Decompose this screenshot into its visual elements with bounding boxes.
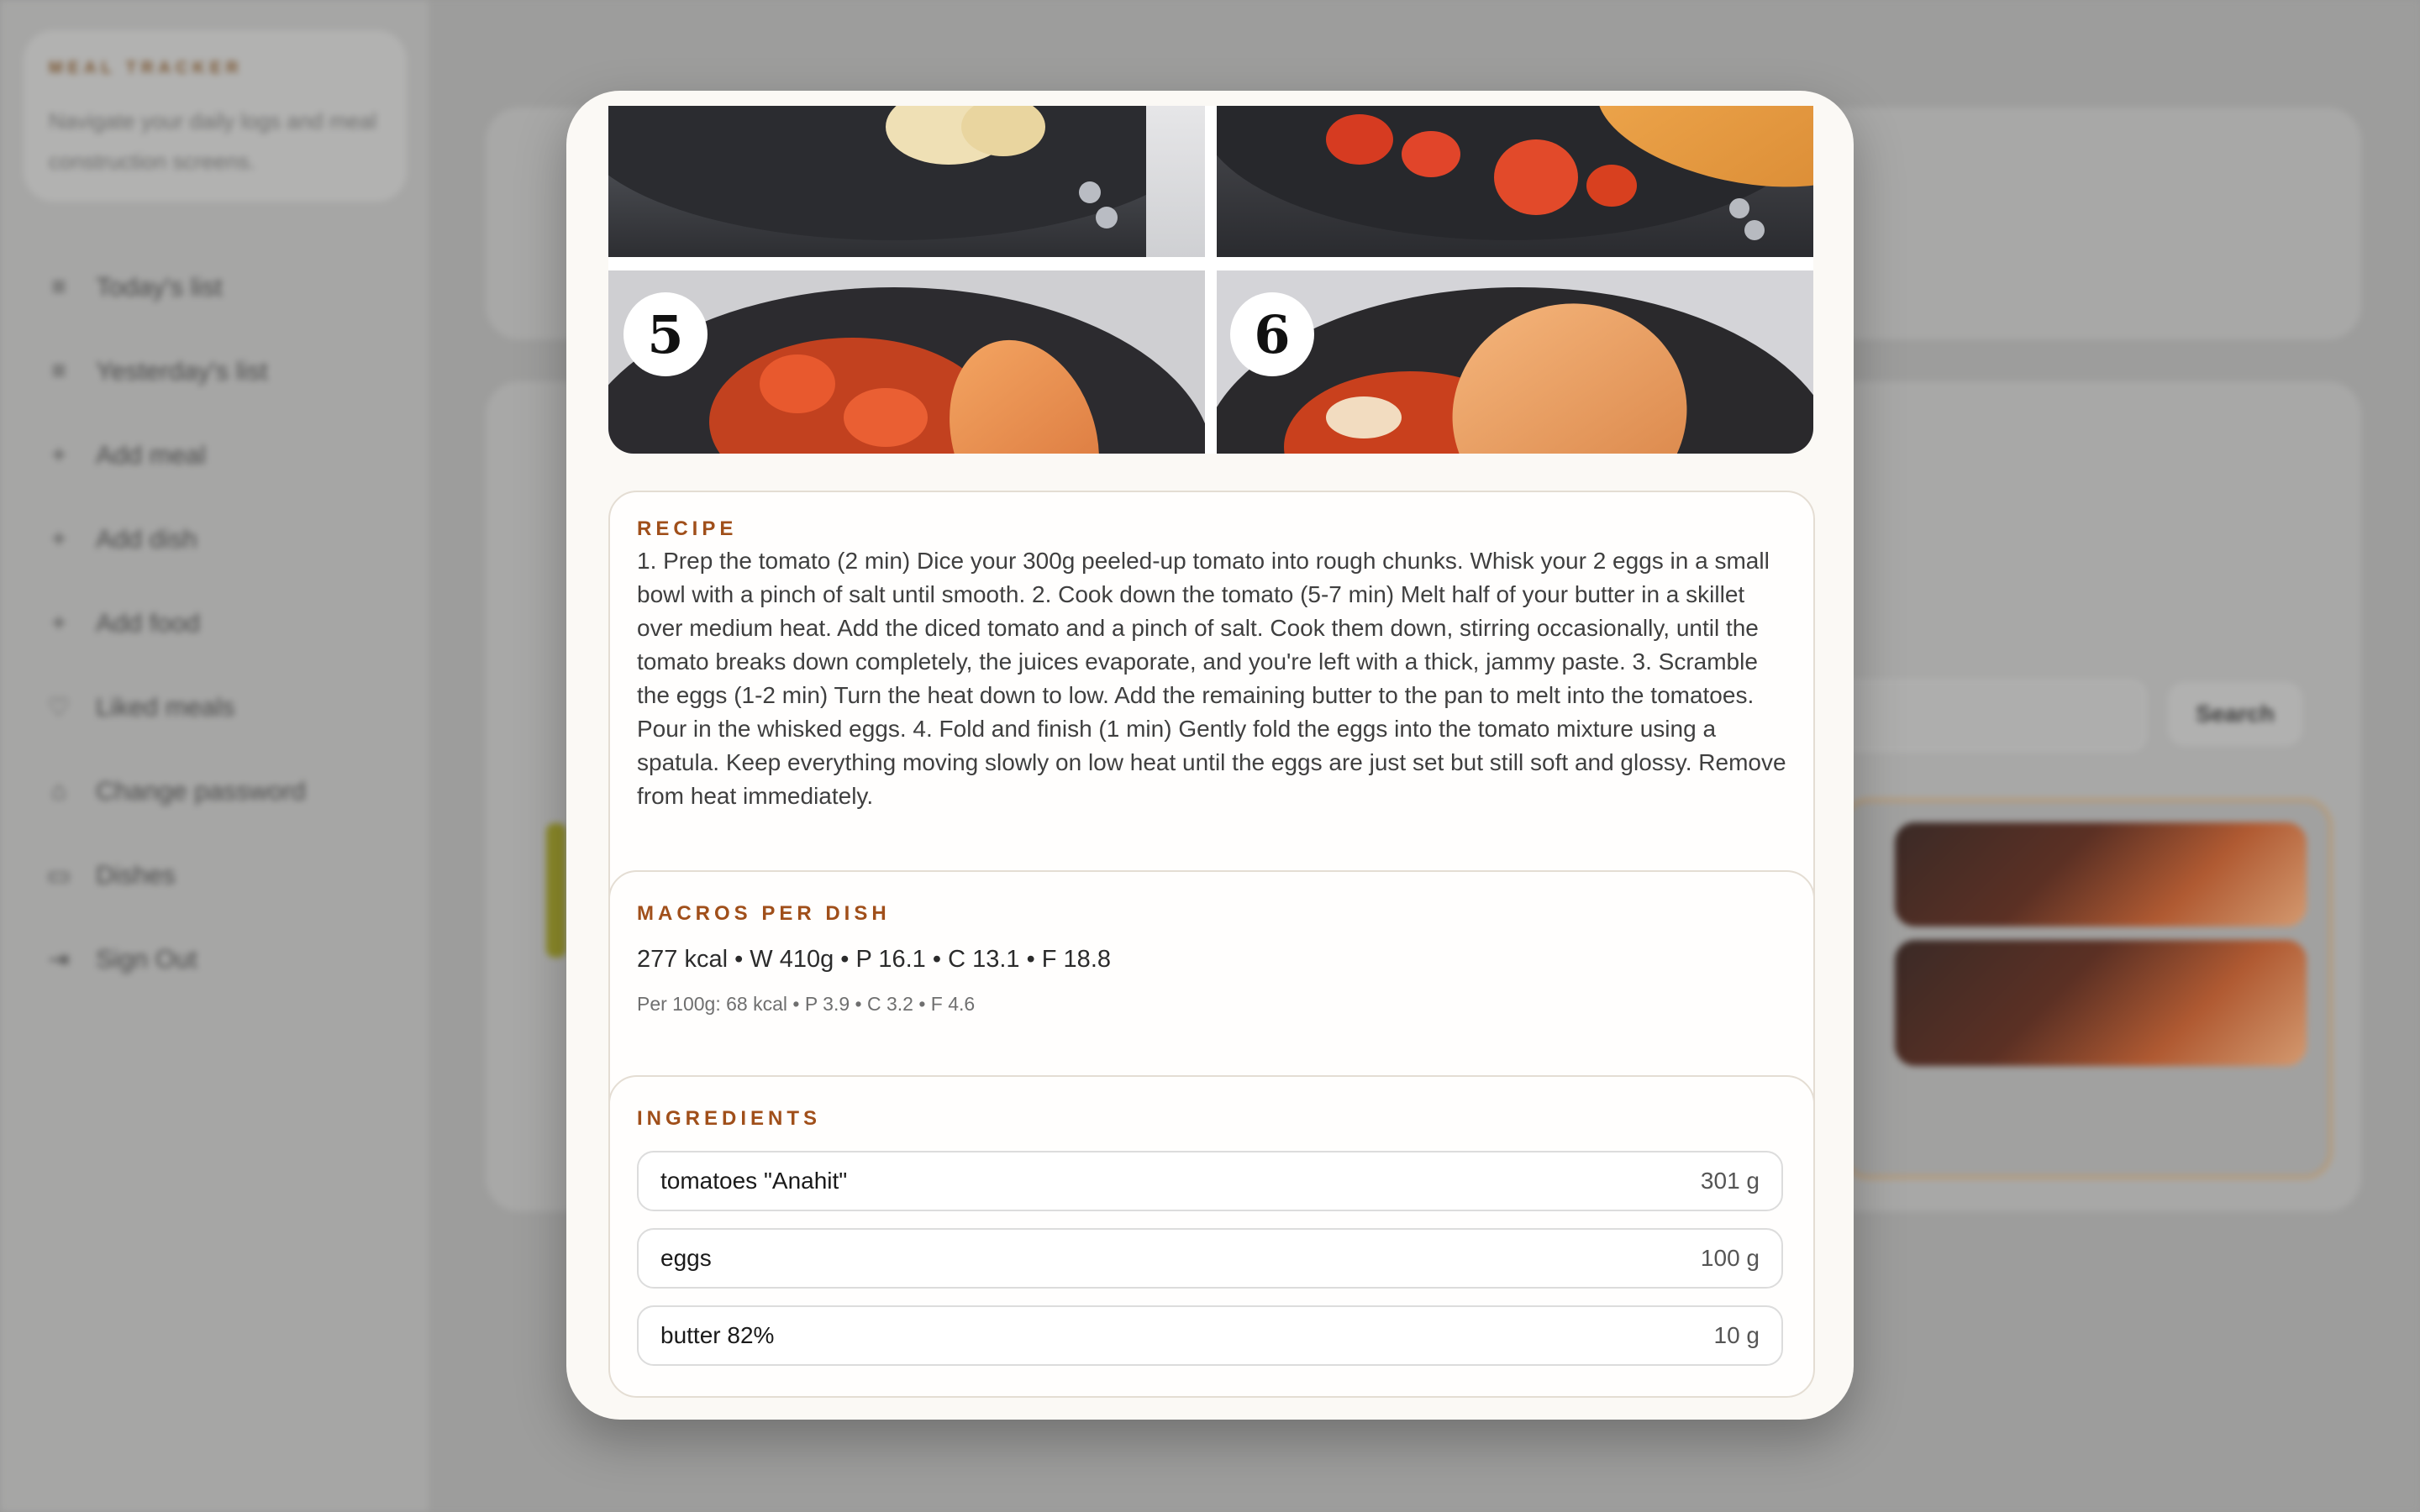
- sidebar-item-change-password[interactable]: ⌂ Change password: [42, 749, 306, 833]
- sidebar-item-label: Dishes: [96, 860, 176, 890]
- rivet-shape: [1079, 181, 1101, 203]
- sidebar-item-add-food[interactable]: + Add food: [42, 581, 306, 665]
- ingredient-name: butter 82%: [660, 1322, 775, 1348]
- recipe-title: RECIPE: [637, 517, 738, 540]
- step-badge: 5: [623, 292, 708, 376]
- sidebar: MEAL TRACKER Navigate your daily logs an…: [0, 0, 429, 1512]
- tomato-shape: [760, 354, 835, 413]
- ingredients-section: INGREDIENTS tomatoes "Anahit" 301 g eggs…: [608, 1075, 1815, 1398]
- lock-icon: ⌂: [50, 777, 67, 805]
- tomato-shape: [1326, 114, 1393, 165]
- ingredient-row[interactable]: eggs 100 g: [637, 1228, 1783, 1289]
- plus-icon: +: [51, 609, 66, 637]
- dish-thumbnail: [1895, 822, 2307, 927]
- sidebar-item-label: Sign Out: [96, 944, 197, 974]
- ingredient-quantity: 10 g: [1713, 1322, 1760, 1348]
- step-photo: [608, 106, 1205, 257]
- macros-summary: 277 kcal • W 410g • P 16.1 • C 13.1 • F …: [637, 946, 1111, 973]
- sidebar-item-yesterdays-list[interactable]: ≡ Yesterday's list: [42, 329, 306, 413]
- ingredients-title: INGREDIENTS: [637, 1107, 822, 1130]
- accent-bar: [546, 823, 566, 958]
- sidebar-item-label: Today's list: [96, 272, 223, 302]
- sidebar-item-add-dish[interactable]: + Add dish: [42, 497, 306, 581]
- step-photo-5: 5: [608, 270, 1205, 454]
- plus-icon: +: [51, 441, 66, 469]
- egg-shape: [1326, 396, 1402, 438]
- plus-icon: +: [51, 525, 66, 553]
- search-button[interactable]: Search: [2168, 682, 2302, 746]
- dish-detail-modal: 5 6 RECIPE 1. Prep the tomato (2 min) Di…: [566, 91, 1854, 1420]
- step-photo-grid: 5 6: [608, 106, 1813, 454]
- ingredient-name: tomatoes "Anahit": [660, 1168, 848, 1194]
- tomato-shape: [1402, 131, 1460, 177]
- sign-out-icon: ⇥: [48, 945, 70, 974]
- brand-card: MEAL TRACKER Navigate your daily logs an…: [24, 30, 407, 202]
- sidebar-item-label: Add food: [96, 608, 201, 638]
- macros-title: MACROS PER DISH: [637, 902, 891, 925]
- list-icon: ≡: [51, 273, 66, 301]
- counter-edge: [1146, 106, 1205, 257]
- dish-thumbnail: [1895, 940, 2307, 1066]
- step-photo: [1217, 106, 1813, 257]
- ingredient-row[interactable]: tomatoes "Anahit" 301 g: [637, 1151, 1783, 1211]
- heart-icon: ♡: [47, 693, 71, 722]
- ingredient-quantity: 100 g: [1700, 1245, 1760, 1271]
- sidebar-item-add-meal[interactable]: + Add meal: [42, 413, 306, 497]
- sidebar-item-label: Change password: [96, 776, 306, 806]
- sidebar-nav: ≡ Today's list ≡ Yesterday's list + Add …: [42, 245, 306, 1001]
- ingredient-name: eggs: [660, 1245, 712, 1271]
- brand-subtitle: Navigate your daily logs and meal constr…: [49, 108, 377, 174]
- sidebar-item-label: Add dish: [96, 524, 197, 554]
- pot-icon: ▭: [46, 861, 71, 890]
- sidebar-item-dishes[interactable]: ▭ Dishes: [42, 833, 306, 917]
- list-icon: ≡: [51, 357, 66, 385]
- ingredient-quantity: 301 g: [1700, 1168, 1760, 1194]
- sidebar-item-label: Add meal: [96, 440, 206, 470]
- sidebar-item-todays-list[interactable]: ≡ Today's list: [42, 245, 306, 329]
- rivet-shape: [1096, 207, 1118, 228]
- sidebar-item-liked-meals[interactable]: ♡ Liked meals: [42, 665, 306, 749]
- tomato-shape: [844, 388, 928, 447]
- step-photo-6: 6: [1217, 270, 1813, 454]
- tomato-shape: [1494, 139, 1578, 215]
- ingredient-row[interactable]: butter 82% 10 g: [637, 1305, 1783, 1366]
- step-badge: 6: [1230, 292, 1314, 376]
- tomato-shape: [1586, 165, 1637, 207]
- sidebar-item-sign-out[interactable]: ⇥ Sign Out: [42, 917, 306, 1001]
- recipe-section: RECIPE 1. Prep the tomato (2 min) Dice y…: [608, 491, 1815, 927]
- sidebar-item-label: Yesterday's list: [96, 356, 268, 386]
- macros-per-100g: Per 100g: 68 kcal • P 3.9 • C 3.2 • F 4.…: [637, 993, 976, 1015]
- rivet-shape: [1744, 220, 1765, 240]
- brand-title: MEAL TRACKER: [49, 59, 244, 77]
- dish-card[interactable]: [1840, 798, 2333, 1179]
- search-input[interactable]: [1832, 680, 2146, 751]
- rivet-shape: [1729, 198, 1749, 218]
- recipe-text: 1. Prep the tomato (2 min) Dice your 300…: [637, 548, 1786, 809]
- sidebar-item-label: Liked meals: [96, 692, 235, 722]
